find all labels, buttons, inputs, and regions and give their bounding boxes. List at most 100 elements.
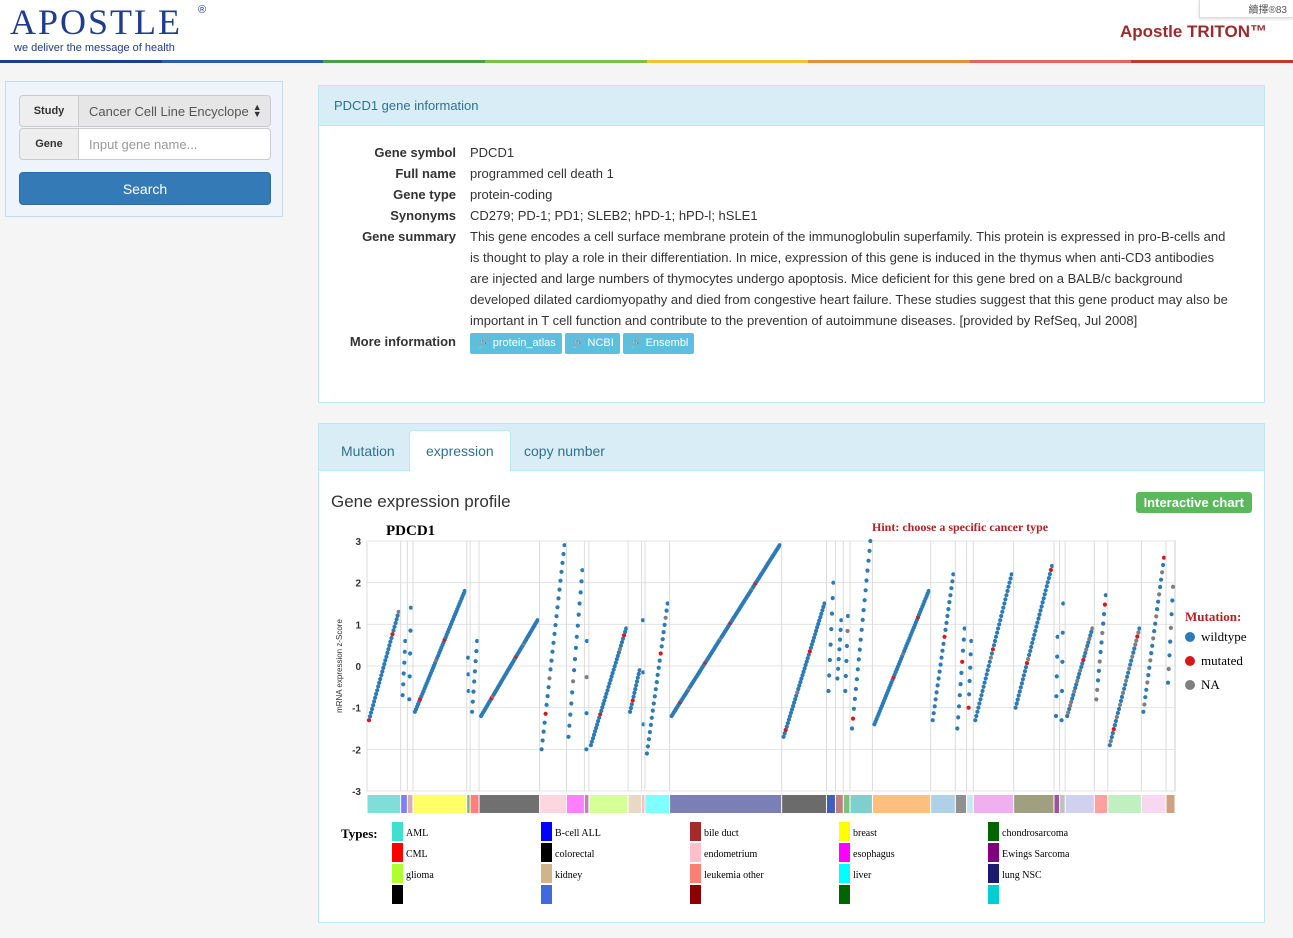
data-point [662,622,667,627]
ncbi-link[interactable]: 🔗 NCBI [564,333,620,354]
cancer-type-band [467,795,470,813]
data-point [400,693,405,698]
data-point [401,671,406,676]
cancer-type-swatch [690,864,701,883]
data-point [977,701,982,706]
data-point [960,648,966,653]
y-tick-label: -1 [352,704,361,715]
data-point [868,538,873,544]
data-point [944,620,949,625]
cancer-type-swatch [988,864,999,883]
stripe-segment [323,60,485,63]
info-value: This gene encodes a cell surface membran… [470,229,1228,328]
info-links: 🔗 protein_atlas 🔗 NCBI 🔗 Ensembl [470,331,1230,354]
data-point [1118,698,1124,703]
data-point [569,701,574,706]
data-point [385,650,390,655]
legend-title: Mutation: [1185,609,1241,624]
cancer-type-band [566,795,584,813]
data-point [574,634,579,639]
data-point [640,618,645,623]
data-point [936,676,941,681]
cancer-type-band [967,795,973,813]
legend-marker [1185,656,1195,666]
data-point [982,680,987,685]
data-point [1059,688,1065,694]
data-point [822,601,827,606]
info-value: protein-coding [470,187,553,202]
overlay-popup[interactable]: 續擇®83 [1199,0,1293,18]
types-label: Types: [341,826,378,841]
data-point [827,673,832,678]
data-point [1013,705,1018,710]
product-name[interactable]: Apostle TRITON™ [1120,22,1267,42]
tab-bar: Mutation expression copy number [319,424,1264,472]
gene-info-heading: PDCD1 gene information [319,86,1264,126]
data-point [567,723,572,728]
data-point [1168,625,1173,630]
data-point [980,688,985,694]
info-key: More information [349,334,456,349]
data-point [1005,588,1010,594]
data-point [957,693,962,698]
data-point [838,627,843,632]
data-point [949,586,954,591]
data-point [1126,670,1131,675]
data-point [1060,659,1065,664]
data-point [937,669,942,674]
data-point [1006,584,1011,589]
data-point [991,643,997,648]
data-point [1125,674,1130,679]
data-point [1028,648,1033,654]
data-point [634,679,640,684]
data-point [549,658,554,663]
cancer-type-swatch [839,864,850,883]
gene-label: Gene [19,128,79,160]
apostle-logo[interactable]: APOSTLE [10,2,182,42]
data-point [859,627,864,632]
data-point [1157,592,1162,597]
cancer-type-band [642,795,645,813]
ensembl-link[interactable]: 🔗 Ensembl [622,333,695,354]
study-select[interactable]: Cancer Cell Line Encyclope ▲ ▼ [79,95,271,127]
data-point [651,701,656,706]
data-point [462,588,467,594]
tab-expression[interactable]: expression [409,430,511,472]
data-point [1021,673,1026,678]
tab-mutation[interactable]: Mutation [325,430,411,471]
data-point [584,675,589,680]
data-point [989,651,995,656]
data-point [931,711,936,716]
data-point [559,569,564,574]
search-button[interactable]: Search [19,172,271,205]
data-point [984,672,989,677]
data-point [472,669,477,674]
data-point [1143,695,1148,700]
interactive-chart-button[interactable]: Interactive chart [1135,492,1252,513]
cancer-type-band [843,795,850,813]
tab-copy-number[interactable]: copy number [508,430,621,471]
data-point [1034,624,1039,629]
stripe-segment [0,60,162,63]
cancer-type-band [1108,795,1141,813]
gene-input[interactable]: Input gene name... [79,128,271,160]
cancer-type-band [850,795,872,813]
data-point [584,638,589,644]
cancer-type-swatch [690,843,701,862]
data-point [474,649,479,654]
link-label: protein_atlas [492,337,556,349]
data-point [1151,636,1156,641]
data-point [390,632,395,637]
data-point [1123,682,1128,687]
data-point [955,726,960,731]
data-point [384,654,389,659]
data-point [1019,681,1024,686]
data-point [647,730,652,735]
cancer-type-band [407,795,413,813]
data-point [633,687,638,692]
cancer-type-label: lung NSC [1002,870,1042,881]
data-point [541,729,546,734]
protein-atlas-link[interactable]: 🔗 protein_atlas [470,333,562,354]
data-point [939,655,944,660]
data-point [555,605,560,610]
